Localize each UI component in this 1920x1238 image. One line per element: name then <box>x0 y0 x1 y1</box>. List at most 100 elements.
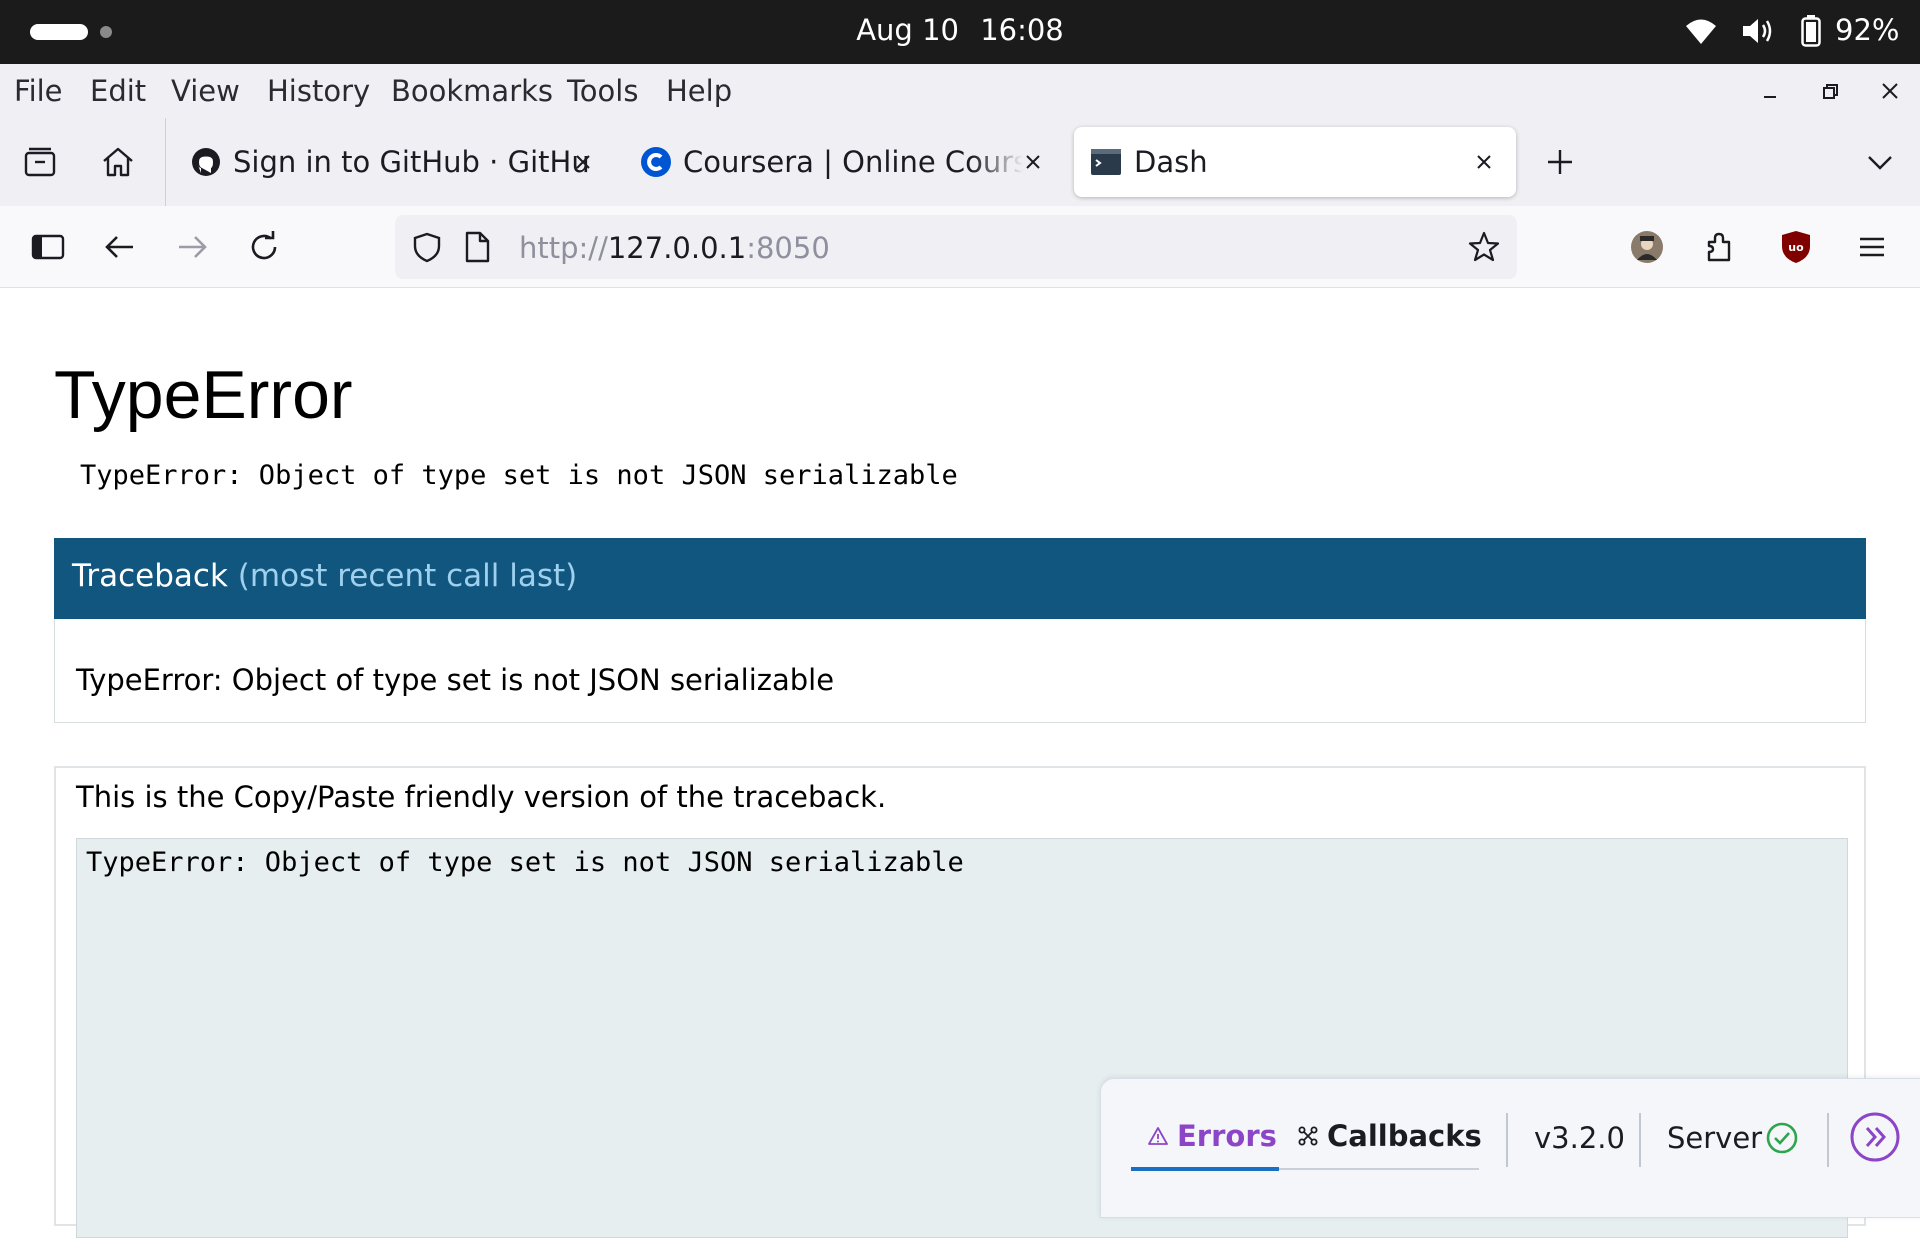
forward-button[interactable] <box>169 224 215 270</box>
url-bar[interactable]: http://127.0.0.1:8050 <box>395 215 1517 279</box>
sidebar-toggle-button[interactable] <box>25 224 71 270</box>
volume-icon[interactable] <box>1740 14 1776 48</box>
devtools-errors-tab[interactable]: Errors <box>1147 1119 1277 1153</box>
tab-track <box>1279 1168 1479 1170</box>
os-top-bar: Aug 10 16:08 92% <box>0 0 1920 64</box>
terminal-icon <box>1091 149 1121 175</box>
menu-view[interactable]: View <box>171 74 240 108</box>
traceback-body: TypeError: Object of type set is not JSO… <box>54 619 1866 723</box>
copy-paste-label: This is the Copy/Paste friendly version … <box>76 780 887 814</box>
page-title: TypeError <box>54 357 353 433</box>
devtools-collapse-icon[interactable] <box>1849 1111 1901 1163</box>
devtools-errors-label: Errors <box>1177 1119 1277 1153</box>
os-date: Aug 10 <box>856 13 959 47</box>
callback-graph-icon <box>1298 1126 1318 1146</box>
active-tab-indicator <box>1131 1167 1279 1171</box>
url-text[interactable]: http://127.0.0.1:8050 <box>519 231 830 265</box>
dash-devtools-panel: Errors Callbacks v3.2.0 Server <box>1100 1078 1920 1218</box>
tab-coursera-close-button[interactable] <box>1020 149 1046 175</box>
tab-coursera[interactable]: Coursera | Online Courses <box>630 127 1050 197</box>
battery-percentage: 92% <box>1835 13 1900 47</box>
os-time: 16:08 <box>980 13 1064 47</box>
server-ok-icon <box>1766 1122 1798 1154</box>
devtools-callbacks-tab[interactable]: Callbacks <box>1297 1119 1482 1153</box>
server-status-label: Server <box>1667 1121 1763 1155</box>
svg-text:uo: uo <box>1788 241 1804 254</box>
forward-arrow-icon <box>179 236 207 258</box>
menu-file-label: File <box>14 74 63 108</box>
url-scheme: http:// <box>519 231 608 265</box>
menu-file[interactable]: File <box>14 74 63 108</box>
github-icon <box>192 148 220 176</box>
tab-coursera-title: Coursera | Online Courses <box>683 145 1023 179</box>
devtools-callbacks-label: Callbacks <box>1327 1119 1482 1153</box>
page-content: TypeError TypeError: Object of type set … <box>0 288 1920 1238</box>
menu-help[interactable]: Help <box>666 74 732 108</box>
reload-icon <box>251 231 277 260</box>
home-button[interactable] <box>96 140 140 184</box>
traceback-message: TypeError: Object of type set is not JSO… <box>76 663 835 697</box>
navigation-toolbar: http://127.0.0.1:8050 uo <box>0 206 1920 288</box>
ublock-origin-button[interactable]: uo <box>1773 224 1819 270</box>
battery-icon[interactable] <box>1800 14 1822 48</box>
dash-version: v3.2.0 <box>1534 1121 1625 1155</box>
wifi-icon[interactable] <box>1684 14 1718 48</box>
minimize-icon[interactable] <box>1755 76 1785 106</box>
chevron-down-icon <box>1868 156 1892 170</box>
devtools-divider <box>1639 1113 1641 1167</box>
back-button[interactable] <box>97 224 143 270</box>
menu-bar: File Edit View History Bookmarks Tools H… <box>0 64 1920 118</box>
tab-strip-divider <box>165 118 166 206</box>
menu-view-label: View <box>171 74 240 108</box>
tab-github-close-button[interactable] <box>570 149 596 175</box>
puzzle-piece-icon <box>1707 232 1731 262</box>
tab-dash-title: Dash <box>1134 145 1208 179</box>
traceback-note: (most recent call last) <box>237 558 578 594</box>
reload-button[interactable] <box>241 224 287 270</box>
tab-dash[interactable]: Dash <box>1074 127 1516 197</box>
url-port: :8050 <box>746 231 830 265</box>
new-tab-button[interactable] <box>1538 140 1582 184</box>
app-menu-button[interactable] <box>1849 224 1895 270</box>
devtools-divider <box>1506 1113 1508 1167</box>
list-all-tabs-button[interactable] <box>1858 140 1902 184</box>
os-clock[interactable]: Aug 10 16:08 <box>0 13 1920 47</box>
close-icon <box>1026 155 1040 169</box>
extensions-button[interactable] <box>1697 224 1743 270</box>
menu-tools-label: Tools <box>567 74 639 108</box>
tab-github[interactable]: Sign in to GitHub · GitHub <box>180 127 600 197</box>
menu-edit[interactable]: Edit <box>90 74 146 108</box>
url-host: 127.0.0.1 <box>607 231 747 265</box>
devtools-divider <box>1827 1113 1829 1167</box>
bookmark-star-icon[interactable] <box>1467 230 1501 264</box>
firefox-view-icon <box>24 147 56 177</box>
close-icon <box>1477 155 1491 169</box>
sidebar-icon <box>31 234 65 260</box>
shield-icon[interactable] <box>411 231 443 263</box>
traceback-header[interactable]: Traceback (most recent call last) <box>54 538 1866 619</box>
hamburger-menu-icon <box>1860 237 1884 257</box>
page-info-icon[interactable] <box>463 231 491 263</box>
account-button[interactable] <box>1624 224 1670 270</box>
warning-icon <box>1148 1127 1168 1145</box>
menu-edit-label: Edit <box>90 74 147 108</box>
menu-tools[interactable]: Tools <box>567 74 638 108</box>
close-window-icon[interactable] <box>1875 76 1905 106</box>
coursera-icon <box>641 147 671 177</box>
plus-icon <box>1548 150 1572 174</box>
tab-dash-close-button[interactable] <box>1471 149 1497 175</box>
menu-history-label: History <box>267 74 371 108</box>
menu-bookmarks[interactable]: Bookmarks <box>391 74 553 108</box>
error-summary: TypeError: Object of type set is not JSO… <box>80 460 958 491</box>
restore-icon[interactable] <box>1815 76 1845 106</box>
menu-bookmarks-label: Bookmarks <box>391 74 554 108</box>
traceback-label: Traceback <box>72 558 228 594</box>
close-icon <box>576 155 590 169</box>
menu-history[interactable]: History <box>267 74 370 108</box>
tab-github-title: Sign in to GitHub · GitHub <box>233 145 588 179</box>
avatar <box>1631 231 1663 263</box>
home-icon <box>103 147 133 177</box>
tab-strip: Sign in to GitHub · GitHub Coursera | On… <box>0 118 1920 206</box>
firefox-view-button[interactable] <box>18 140 62 184</box>
ublock-origin-icon: uo <box>1782 231 1810 263</box>
